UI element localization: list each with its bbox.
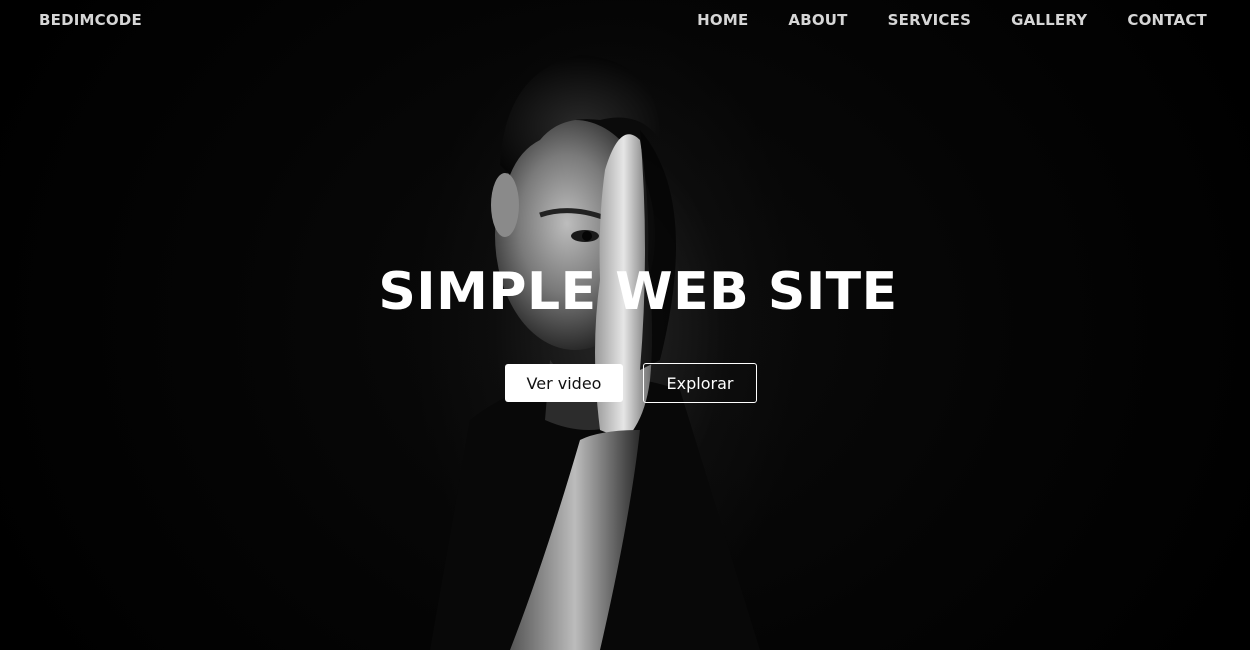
hero-section: BEDIMCODE HOME ABOUT SERVICES GALLERY CO… xyxy=(0,0,1250,650)
hero-buttons: Ver video Explorar xyxy=(505,363,757,403)
nav-link-services[interactable]: SERVICES xyxy=(888,11,971,29)
watch-video-button[interactable]: Ver video xyxy=(505,364,623,402)
explore-button[interactable]: Explorar xyxy=(643,363,757,403)
hero-title: SIMPLE WEB SITE xyxy=(378,262,898,322)
nav-link-contact[interactable]: CONTACT xyxy=(1127,11,1207,29)
nav-link-about[interactable]: ABOUT xyxy=(788,11,847,29)
hero-background-image xyxy=(430,55,760,650)
nav-links: HOME ABOUT SERVICES GALLERY CONTACT xyxy=(697,11,1207,29)
nav-link-home[interactable]: HOME xyxy=(697,11,748,29)
navbar: BEDIMCODE HOME ABOUT SERVICES GALLERY CO… xyxy=(0,0,1250,42)
brand-logo[interactable]: BEDIMCODE xyxy=(39,11,142,29)
nav-link-gallery[interactable]: GALLERY xyxy=(1011,11,1087,29)
